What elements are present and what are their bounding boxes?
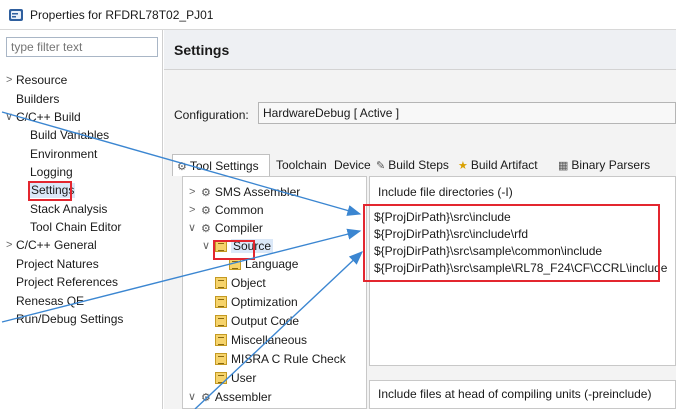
page-icon [215,353,227,365]
tree-label: SMS Assembler [214,185,301,199]
settings-header: Settings [164,30,676,70]
nav-item-builders[interactable]: Builders [16,92,59,107]
chevron-down-icon[interactable]: ∨ [188,390,196,405]
tree-label: Common [214,203,264,217]
tab-tool-settings[interactable]: ⚙ Tool Settings [172,154,270,176]
tree-label: Source [231,239,274,253]
tab-label: Device [334,158,371,172]
chevron-right-icon[interactable]: > [6,238,12,253]
filter-input[interactable] [6,37,158,57]
tree-item-compiler[interactable]: ⚙ Compiler [201,221,263,237]
nav-item-tool-chain-editor[interactable]: Tool Chain Editor [30,220,121,235]
nav-item-project-references[interactable]: Project References [16,275,118,290]
binary-icon: ▦ [558,160,569,172]
tree-label: Language [245,257,299,271]
tree-item-common[interactable]: ⚙ Common [201,203,264,219]
tab-label: Toolchain [276,158,327,172]
page-icon [215,296,227,308]
tab-toolchain[interactable]: Toolchain [272,154,331,176]
tree-item-output-code[interactable]: Output Code [215,314,299,329]
tab-build-steps[interactable]: ✎ Build Steps [372,154,453,176]
nav-item-run-debug[interactable]: Run/Debug Settings [16,312,123,327]
tree-item-sms-assembler[interactable]: ⚙ SMS Assembler [201,185,300,201]
nav-item-cc-build[interactable]: C/C++ Build [16,110,81,125]
title-bar: Properties for RFDRL78T02_PJ01 [0,0,676,30]
page-icon [215,372,227,384]
tree-item-object[interactable]: Object [215,276,266,291]
tab-label: Build Steps [388,158,449,172]
trophy-icon: ★ [458,160,468,172]
tool-settings-tree: > ⚙ SMS Assembler > ⚙ Common ∨ ⚙ Compiler ∨… [182,176,367,409]
tree-label: Assembler [214,390,272,404]
tree-item-misra[interactable]: MISRA C Rule Check [215,352,346,367]
chevron-right-icon[interactable]: > [6,73,12,88]
nav-item-environment[interactable]: Environment [30,147,97,162]
tree-label: Output Code [231,314,300,328]
page-icon [229,258,241,270]
gear-icon: ⚙ [201,187,211,199]
chevron-right-icon[interactable]: > [189,185,195,200]
tree-item-language[interactable]: Language [229,257,298,272]
property-nav-pane: > Resource Builders ∨ C/C++ Build Build … [0,30,163,409]
tab-label: Tool Settings [189,159,259,173]
settings-tabs: ⚙ Tool Settings Toolchain Device ✎ Build S… [172,154,676,176]
page-icon [215,315,227,327]
tree-item-assembler[interactable]: ⚙ Assembler [201,390,272,406]
include-directories-title: Include file directories (-I) [378,185,513,199]
wand-icon: ✎ [376,160,386,172]
tab-device[interactable]: Device [330,154,375,176]
nav-item-project-natures[interactable]: Project Natures [16,257,99,272]
gear-icon: ⚙ [201,223,211,235]
preinclude-title: Include files at head of compiling units… [378,387,652,401]
tree-item-miscellaneous[interactable]: Miscellaneous [215,333,307,348]
tab-label: Binary Parsers [571,158,651,172]
tree-item-optimization[interactable]: Optimization [215,295,298,310]
tab-label: Build Artifact [470,158,538,172]
page-icon [215,334,227,346]
chevron-down-icon[interactable]: ∨ [5,110,13,125]
tree-item-source[interactable]: Source [215,239,274,254]
preinclude-panel: Include files at head of compiling units… [369,380,676,409]
page-icon [215,240,227,252]
tree-label: User [231,371,257,385]
tree-label: Miscellaneous [231,333,308,347]
include-path-item[interactable]: ${ProjDirPath}\src\include [374,210,511,224]
nav-item-logging[interactable]: Logging [30,165,73,180]
page-icon [215,277,227,289]
nav-item-settings[interactable]: Settings [30,183,76,198]
configuration-select[interactable]: HardwareDebug [ Active ] [258,102,676,124]
tree-item-user[interactable]: User [215,371,256,386]
tree-label: Optimization [231,295,298,309]
nav-item-build-variables[interactable]: Build Variables [30,128,109,143]
include-directories-panel: Include file directories (-I) ${ProjDirP… [369,176,676,366]
settings-pane: Settings Configuration: HardwareDebug [ … [164,30,676,409]
gear-icon: ⚙ [177,161,187,173]
chevron-right-icon[interactable]: > [189,203,195,218]
properties-icon [9,9,23,21]
window-title: Properties for RFDRL78T02_PJ01 [30,8,214,22]
nav-item-resource[interactable]: Resource [16,73,67,88]
include-path-item[interactable]: ${ProjDirPath}\src\include\rfd [374,227,528,241]
chevron-down-icon[interactable]: ∨ [202,239,210,254]
nav-item-stack-analysis[interactable]: Stack Analysis [30,202,107,217]
page-title: Settings [174,42,230,58]
tree-label: Object [231,276,266,290]
nav-item-renesas-qe[interactable]: Renesas QE [16,294,84,309]
gear-icon: ⚙ [201,205,211,217]
tab-binary-parsers[interactable]: ▦ Binary Parsers [554,154,654,176]
chevron-down-icon[interactable]: ∨ [188,221,196,236]
include-path-item[interactable]: ${ProjDirPath}\src\sample\common\include [374,244,602,258]
nav-item-cc-general[interactable]: C/C++ General [16,238,97,253]
tab-build-artifact[interactable]: ★ Build Artifact [454,154,542,176]
configuration-label: Configuration: [174,108,249,122]
tree-label: Compiler [214,221,263,235]
tree-label: MISRA C Rule Check [231,352,346,366]
include-path-item[interactable]: ${ProjDirPath}\src\sample\RL78_F24\CF\CC… [374,261,667,275]
gear-icon: ⚙ [201,392,211,404]
